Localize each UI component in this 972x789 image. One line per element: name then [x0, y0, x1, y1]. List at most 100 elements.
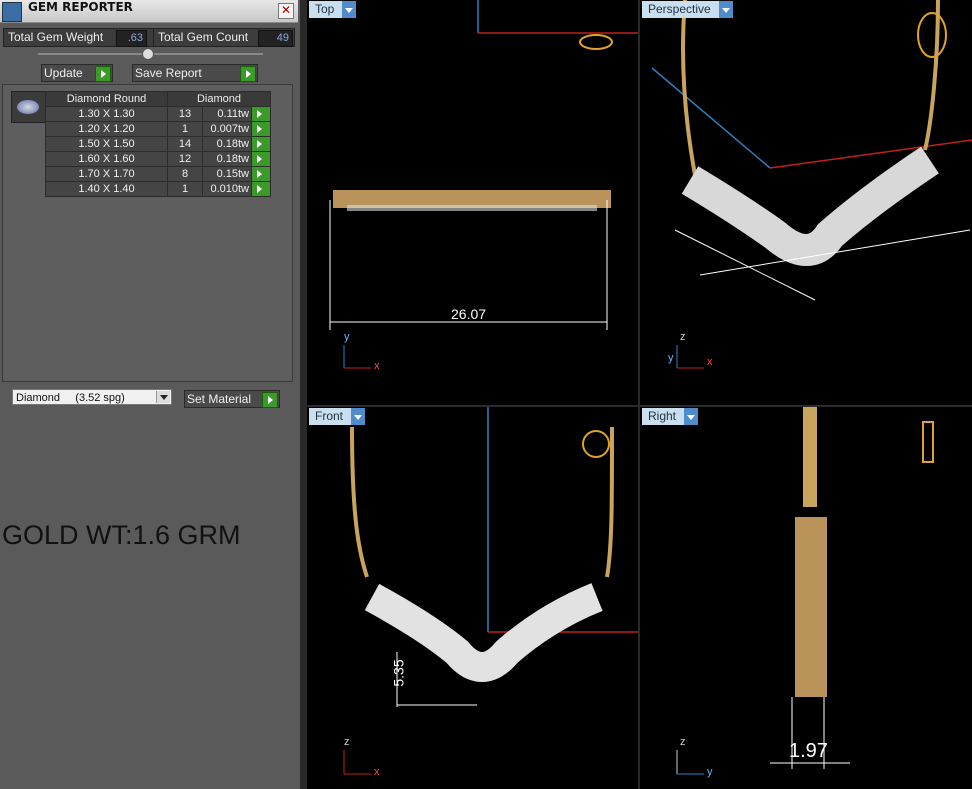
save-report-button[interactable]: Save Report — [132, 64, 258, 82]
necklace-perspective — [681, 146, 939, 266]
gem-reporter-panel: GEM REPORTER ✕ Total Gem Weight .63 Tota… — [0, 0, 300, 789]
play-icon[interactable] — [251, 136, 271, 152]
chevron-down-icon[interactable] — [684, 408, 699, 425]
gem-size: 1.60 X 1.60 — [45, 151, 168, 167]
gem-weight: 0.007tw — [202, 121, 252, 137]
gem-count: 14 — [167, 136, 203, 152]
right-view-canvas — [676, 407, 934, 775]
play-icon — [262, 392, 278, 408]
update-button[interactable]: Update — [41, 64, 113, 82]
gem-weight: 0.18tw — [202, 136, 252, 152]
tab-front[interactable]: Front — [309, 408, 366, 425]
dimension-label: 1.97 — [789, 740, 828, 762]
table-row[interactable]: 1.40 X 1.40 1 0.010tw — [45, 181, 271, 197]
ring-icon — [579, 34, 613, 50]
play-icon[interactable] — [251, 121, 271, 137]
axis-x-label: x — [707, 356, 713, 368]
axis-x-label: x — [374, 360, 380, 372]
chain — [681, 0, 697, 176]
close-icon[interactable]: ✕ — [278, 3, 294, 19]
top-view-canvas — [329, 0, 638, 369]
gem-count: 13 — [167, 106, 203, 122]
gem-size: 1.30 X 1.30 — [45, 106, 168, 122]
ring-icon — [582, 430, 610, 458]
gem-count: 12 — [167, 151, 203, 167]
axis-y-label: y — [668, 352, 674, 364]
save-report-label: Save Report — [135, 66, 202, 80]
perspective-view-canvas — [651, 0, 972, 369]
axis-z-label: z — [344, 736, 350, 748]
gem-list: Diamond Round Diamond 1.30 X 1.30 13 0.11t… — [2, 84, 293, 382]
table-row[interactable]: 1.30 X 1.30 13 0.11tw — [45, 106, 271, 122]
gem-size: 1.50 X 1.50 — [45, 136, 168, 152]
gem-weight: 0.010tw — [202, 181, 252, 197]
play-icon[interactable] — [251, 181, 271, 197]
chevron-down-icon[interactable] — [342, 1, 357, 18]
play-icon[interactable] — [251, 166, 271, 182]
material-select[interactable]: Diamond (3.52 spg) — [12, 389, 172, 405]
axis-z-label: z — [680, 736, 686, 748]
gem-weight: 0.18tw — [202, 151, 252, 167]
axis-z-label: z — [680, 331, 686, 343]
app-icon — [2, 2, 22, 22]
play-icon[interactable] — [251, 151, 271, 167]
table-row[interactable]: 1.70 X 1.70 8 0.15tw — [45, 166, 271, 182]
gem-count: 1 — [167, 181, 203, 197]
chain — [350, 426, 369, 578]
play-icon[interactable] — [251, 106, 271, 122]
axis-y-label: y — [344, 331, 350, 343]
table-row[interactable]: 1.60 X 1.60 12 0.18tw — [45, 151, 271, 167]
ring-icon — [922, 421, 934, 463]
tab-perspective[interactable]: Perspective — [642, 1, 733, 18]
total-gem-weight-value: .63 — [116, 30, 147, 47]
diamond-round-icon[interactable] — [11, 91, 47, 123]
tab-label: Perspective — [648, 2, 711, 16]
gem-size: 1.70 X 1.70 — [45, 166, 168, 182]
stats-row: Total Gem Weight .63 Total Gem Count 49 — [0, 28, 300, 47]
gem-weight: 0.15tw — [202, 166, 252, 182]
weight-slider[interactable] — [38, 48, 263, 60]
column-header: Diamond — [167, 91, 271, 107]
play-icon — [240, 66, 256, 82]
table-row[interactable]: 1.20 X 1.20 1 0.007tw — [45, 121, 271, 137]
front-view-canvas — [343, 407, 638, 775]
viewport-right[interactable]: Right 1.97 z y — [640, 407, 972, 789]
gem-size: 1.20 X 1.20 — [45, 121, 168, 137]
tab-right[interactable]: Right — [642, 408, 699, 425]
tab-label: Right — [648, 409, 677, 423]
tab-label: Top — [315, 2, 335, 16]
column-header: Diamond Round — [45, 91, 168, 107]
panel-title: GEM REPORTER — [28, 0, 133, 14]
set-material-button[interactable]: Set Material — [184, 390, 280, 408]
chevron-down-icon[interactable] — [718, 1, 733, 18]
title-bar: GEM REPORTER ✕ — [0, 0, 298, 23]
viewport-perspective[interactable]: Perspective z y x — [640, 0, 972, 405]
material-select-value: Diamond (3.52 spg) — [16, 392, 125, 404]
chevron-down-icon[interactable] — [351, 408, 366, 425]
gem-size: 1.40 X 1.40 — [45, 181, 168, 197]
dimension-label: 26.07 — [451, 306, 487, 322]
total-gem-count-value: 49 — [258, 30, 293, 47]
tab-top[interactable]: Top — [309, 1, 357, 18]
axis-y-label: y — [707, 766, 713, 778]
update-label: Update — [44, 66, 83, 80]
necklace-side — [795, 517, 827, 697]
dimension-label: 5.35 — [390, 659, 407, 687]
play-icon — [95, 66, 111, 82]
viewport-top[interactable]: Top 26.07 y x — [307, 0, 638, 405]
axis-x-label: x — [374, 766, 380, 778]
tab-label: Front — [315, 409, 344, 423]
slider-knob[interactable] — [142, 48, 154, 60]
chain — [923, 0, 940, 151]
set-material-label: Set Material — [187, 392, 252, 406]
table-row[interactable]: 1.50 X 1.50 14 0.18tw — [45, 136, 271, 152]
viewport-front[interactable]: Front 5.35 z x — [307, 407, 638, 789]
gold-weight-note: GOLD WT:1.6 GRM — [2, 520, 241, 550]
chevron-down-icon[interactable] — [156, 391, 170, 403]
table-header: Diamond Round Diamond — [45, 91, 271, 107]
gem-count: 1 — [167, 121, 203, 137]
ring-icon — [917, 12, 947, 58]
gem-table: Diamond Round Diamond 1.30 X 1.30 13 0.11t… — [45, 91, 271, 197]
gem-weight: 0.11tw — [202, 106, 252, 122]
gem-count: 8 — [167, 166, 203, 182]
